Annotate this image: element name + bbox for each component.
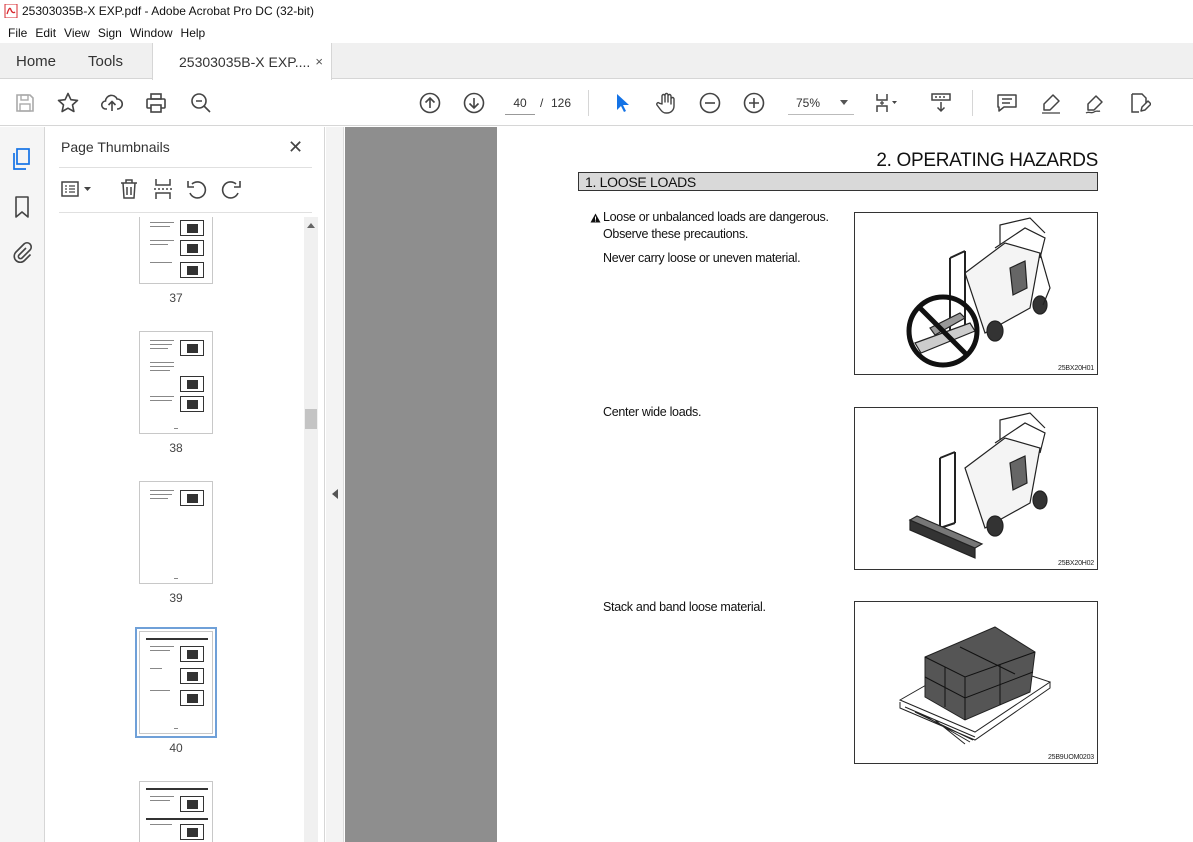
chapter-heading: 2. OPERATING HAZARDS xyxy=(876,150,1098,171)
sign-pen-icon[interactable] xyxy=(1083,91,1107,115)
page-thumbnails-icon[interactable] xyxy=(10,147,34,171)
tab-bar: Home Tools 25303035B-X EXP.... × xyxy=(0,43,1193,80)
thumbnail-tools xyxy=(59,175,319,203)
page-thumbnail[interactable] xyxy=(139,781,213,842)
bookmarks-icon[interactable] xyxy=(10,195,34,219)
section-header: 1. LOOSE LOADS xyxy=(578,172,1098,191)
thumbnail-page-number: 37 xyxy=(169,291,183,305)
save-icon[interactable] xyxy=(13,91,37,115)
cloud-upload-icon[interactable] xyxy=(100,91,124,115)
document-view[interactable]: 2. OPERATING HAZARDS 1. LOOSE LOADS Loos… xyxy=(345,127,1193,842)
figure-code: 25BX20H01 xyxy=(1058,365,1094,372)
menu-help[interactable]: Help xyxy=(177,26,210,40)
thumbnail-options-menu-icon[interactable] xyxy=(59,177,95,201)
banded-pallet-illustration xyxy=(898,626,1052,745)
figure-forklift-wide-load: 25BX20H02 xyxy=(854,407,1098,570)
rotate-clockwise-icon[interactable] xyxy=(219,177,243,201)
figure-stacked-banded-load: 25B9UOM0203 xyxy=(854,601,1098,764)
zoom-out-icon[interactable] xyxy=(698,91,722,115)
collapse-panel-handle[interactable] xyxy=(326,127,344,842)
scrollbar-thumb[interactable] xyxy=(305,409,317,429)
tab-tools[interactable]: Tools xyxy=(88,43,123,79)
page-total-count: 126 xyxy=(551,96,572,110)
page-thumbnail-selected[interactable] xyxy=(135,627,217,738)
page-fit-icon[interactable] xyxy=(873,91,897,115)
chevron-down-icon xyxy=(840,100,848,105)
bookmark-star-icon[interactable] xyxy=(56,91,80,115)
main-toolbar xyxy=(0,80,1193,126)
highlight-pen-icon[interactable] xyxy=(1039,91,1063,115)
figure-code: 25BX20H02 xyxy=(1058,560,1094,567)
attachments-paperclip-icon[interactable] xyxy=(10,241,34,265)
page-number-input[interactable] xyxy=(505,91,535,115)
next-page-icon[interactable] xyxy=(462,91,486,115)
thumbnail-page-number: 39 xyxy=(169,591,183,605)
forklift-prohibited-illustration xyxy=(906,217,1051,368)
print-icon[interactable] xyxy=(144,91,168,115)
thumbnail-page-number: 38 xyxy=(169,441,183,455)
rotate-counterclockwise-icon[interactable] xyxy=(185,177,209,201)
forklift-wide-load-illustration xyxy=(908,412,1048,559)
pdf-page: 2. OPERATING HAZARDS 1. LOOSE LOADS Loos… xyxy=(497,127,1193,842)
chevron-left-icon xyxy=(332,489,338,499)
hand-tool-icon[interactable] xyxy=(654,91,678,115)
section-title: 1. LOOSE LOADS xyxy=(585,174,696,190)
figure-code: 25B9UOM0203 xyxy=(1047,754,1094,761)
tab-home[interactable]: Home xyxy=(16,43,56,79)
panel-title: Page Thumbnails xyxy=(61,139,170,155)
thumbnail-scrollbar[interactable] xyxy=(304,217,318,842)
previous-page-icon[interactable] xyxy=(418,91,442,115)
scroll-up-arrow-icon[interactable] xyxy=(307,223,315,228)
body-text: Loose or unbalanced loads are dangerous. xyxy=(603,210,829,224)
menu-edit[interactable]: Edit xyxy=(31,26,60,40)
left-navigation-rail xyxy=(0,127,45,842)
menu-window[interactable]: Window xyxy=(126,26,177,40)
menu-file[interactable]: File xyxy=(4,26,31,40)
figure-forklift-loose-load: 25BX20H01 xyxy=(854,212,1098,375)
tab-document-label: 25303035B-X EXP.... xyxy=(179,53,311,70)
thumbnail-list: 37 38 39 40 xyxy=(45,217,305,842)
body-text: Never carry loose or uneven material. xyxy=(603,251,801,265)
delete-page-icon[interactable] xyxy=(117,177,141,201)
edit-pdf-icon[interactable] xyxy=(1127,91,1152,115)
tab-close-icon[interactable]: × xyxy=(315,54,323,69)
select-cursor-icon[interactable] xyxy=(610,91,634,115)
menu-sign[interactable]: Sign xyxy=(94,26,126,40)
close-panel-icon[interactable]: ✕ xyxy=(288,137,303,158)
zoom-in-icon[interactable] xyxy=(742,91,766,115)
page-thumbnails-panel: Page Thumbnails ✕ 37 38 39 40 xyxy=(45,127,325,842)
body-text: Stack and band loose material. xyxy=(603,600,766,614)
warning-triangle-icon xyxy=(590,213,601,223)
page-thumbnail[interactable] xyxy=(139,217,213,284)
toolbar-divider xyxy=(972,90,973,116)
comment-icon[interactable] xyxy=(995,91,1019,115)
panel-divider xyxy=(59,167,312,168)
panel-divider xyxy=(59,212,312,213)
tab-document[interactable]: 25303035B-X EXP.... × xyxy=(152,43,332,80)
page-thumbnail[interactable] xyxy=(139,481,213,584)
body-text: Center wide loads. xyxy=(603,405,702,419)
menu-bar: File Edit View Sign Window Help xyxy=(0,22,1193,43)
thumbnail-page-number: 40 xyxy=(169,741,183,755)
title-bar: 25303035B-X EXP.pdf - Adobe Acrobat Pro … xyxy=(0,0,1193,22)
zoom-level-select[interactable]: 75% xyxy=(788,91,854,115)
body-text: Observe these precautions. xyxy=(603,227,749,241)
scroll-mode-icon[interactable] xyxy=(929,91,953,115)
zoom-search-icon[interactable] xyxy=(189,91,213,115)
page-thumbnail[interactable] xyxy=(139,331,213,434)
toolbar-divider xyxy=(588,90,589,116)
page-separator: / xyxy=(540,96,544,110)
zoom-level-value: 75% xyxy=(796,95,821,110)
window-title: 25303035B-X EXP.pdf - Adobe Acrobat Pro … xyxy=(22,4,314,18)
acrobat-app-icon xyxy=(4,4,18,18)
menu-view[interactable]: View xyxy=(60,26,94,40)
insert-pages-icon[interactable] xyxy=(151,177,175,201)
